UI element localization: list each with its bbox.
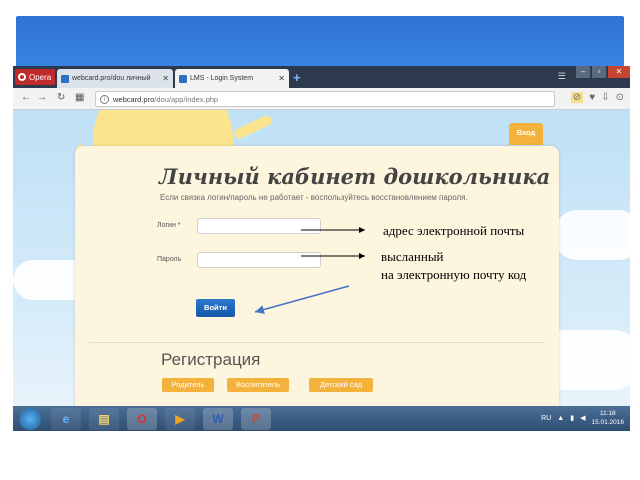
code-annotation-line2: на электронную почту код <box>381 267 527 282</box>
screenshot: Opera webcard.pro/dou личный ✕ LMS - Log… <box>13 66 630 431</box>
system-tray: RU ▲ ▮ ◀ 11:18 15.01.2016 <box>541 409 624 427</box>
password-input[interactable] <box>197 252 321 268</box>
clock-date: 15.01.2016 <box>591 419 624 426</box>
email-annotation: адрес электронной почты <box>383 223 525 238</box>
windows-taskbar: e ▤ O ▶ W P RU ▲ ▮ ◀ 11:18 15.01.2016 <box>13 406 630 431</box>
start-button[interactable] <box>19 408 41 430</box>
page-subtitle: Если связка логин/пароль не работает - в… <box>160 193 468 202</box>
tab-lms-login[interactable]: LMS - Login System ✕ <box>175 69 289 88</box>
page-title: Личный кабинет дошкольника <box>159 164 551 189</box>
role-teacher-button[interactable]: Воспитатель <box>227 378 289 392</box>
reload-icon[interactable]: ↻ <box>57 92 65 103</box>
url-host: webcard.pro <box>113 94 155 104</box>
opera-menu-button[interactable]: Opera <box>15 69 55 85</box>
toolbar-icons: ⊘ ♥ ⇩ ⊙ <box>570 92 624 103</box>
bookmark-heart-icon[interactable]: ♥ <box>589 92 595 103</box>
extensions-icon[interactable]: ⊙ <box>616 92 624 103</box>
password-label: Пароль <box>157 256 182 263</box>
window-controls: – ▫ ✕ <box>576 66 630 78</box>
clock[interactable]: 11:18 15.01.2016 <box>591 409 624 427</box>
url-path: /dou/app/index.php <box>154 94 219 104</box>
internet-explorer-icon[interactable]: e <box>51 408 81 430</box>
divider <box>89 342 545 343</box>
browser-tab-bar: Opera webcard.pro/dou личный ✕ LMS - Log… <box>13 66 630 88</box>
opera-logo-icon <box>18 73 26 81</box>
adblock-icon[interactable]: ⊘ <box>570 92 584 103</box>
role-parent-button[interactable]: Родитель <box>162 378 214 392</box>
tab-close-icon[interactable]: ✕ <box>278 74 285 83</box>
slide: Opera webcard.pro/dou личный ✕ LMS - Log… <box>0 0 640 480</box>
tab-label: webcard.pro/dou личный <box>72 75 151 82</box>
maximize-icon[interactable]: ▫ <box>592 66 606 78</box>
role-kindergarten-button[interactable]: Детский сад <box>309 378 373 392</box>
word-icon[interactable]: W <box>203 408 233 430</box>
network-icon[interactable]: ▮ <box>570 414 574 422</box>
speed-dial-icon[interactable]: ▦ <box>75 92 84 103</box>
tray-arrow-icon[interactable]: ▲ <box>557 415 564 422</box>
close-window-icon[interactable]: ✕ <box>608 66 630 78</box>
favicon-icon <box>179 74 187 83</box>
media-player-icon[interactable]: ▶ <box>165 408 195 430</box>
login-label: Логин * <box>157 222 181 229</box>
login-input[interactable] <box>197 218 321 234</box>
tab-close-icon[interactable]: ✕ <box>162 74 169 83</box>
forward-icon[interactable]: → <box>37 92 47 103</box>
sun-ray-decoration <box>232 114 274 140</box>
minimize-icon[interactable]: – <box>576 66 590 78</box>
submit-button[interactable]: Войти <box>196 299 235 317</box>
new-tab-icon[interactable]: + <box>293 70 301 85</box>
site-info-icon[interactable]: i <box>100 94 109 104</box>
powerpoint-icon[interactable]: P <box>241 408 271 430</box>
address-bar[interactable]: i webcard.pro/dou/app/index.php <box>95 91 555 107</box>
back-icon[interactable]: ← <box>21 92 31 103</box>
registration-title: Регистрация <box>161 350 261 369</box>
cloud-decoration <box>553 210 630 260</box>
tab-menu-icon[interactable]: ☰ <box>558 71 566 82</box>
browser-toolbar: ← → ↻ ▦ i webcard.pro/dou/app/index.php … <box>13 88 630 110</box>
tab-webcard[interactable]: webcard.pro/dou личный ✕ <box>57 69 173 88</box>
web-page: Вход Личный кабинет дошкольника Если свя… <box>13 110 630 406</box>
clock-time: 11:18 <box>599 410 616 417</box>
language-indicator[interactable]: RU <box>541 415 551 422</box>
tab-label: LMS - Login System <box>190 75 254 82</box>
opera-taskbar-icon[interactable]: O <box>127 408 157 430</box>
volume-icon[interactable]: ◀ <box>580 414 585 422</box>
opera-menu-label: Opera <box>29 72 52 82</box>
code-annotation-line1: высланный <box>381 249 444 264</box>
file-explorer-icon[interactable]: ▤ <box>89 408 119 430</box>
login-tab[interactable]: Вход <box>509 123 543 145</box>
favicon-icon <box>61 74 69 83</box>
download-icon[interactable]: ⇩ <box>601 92 609 103</box>
